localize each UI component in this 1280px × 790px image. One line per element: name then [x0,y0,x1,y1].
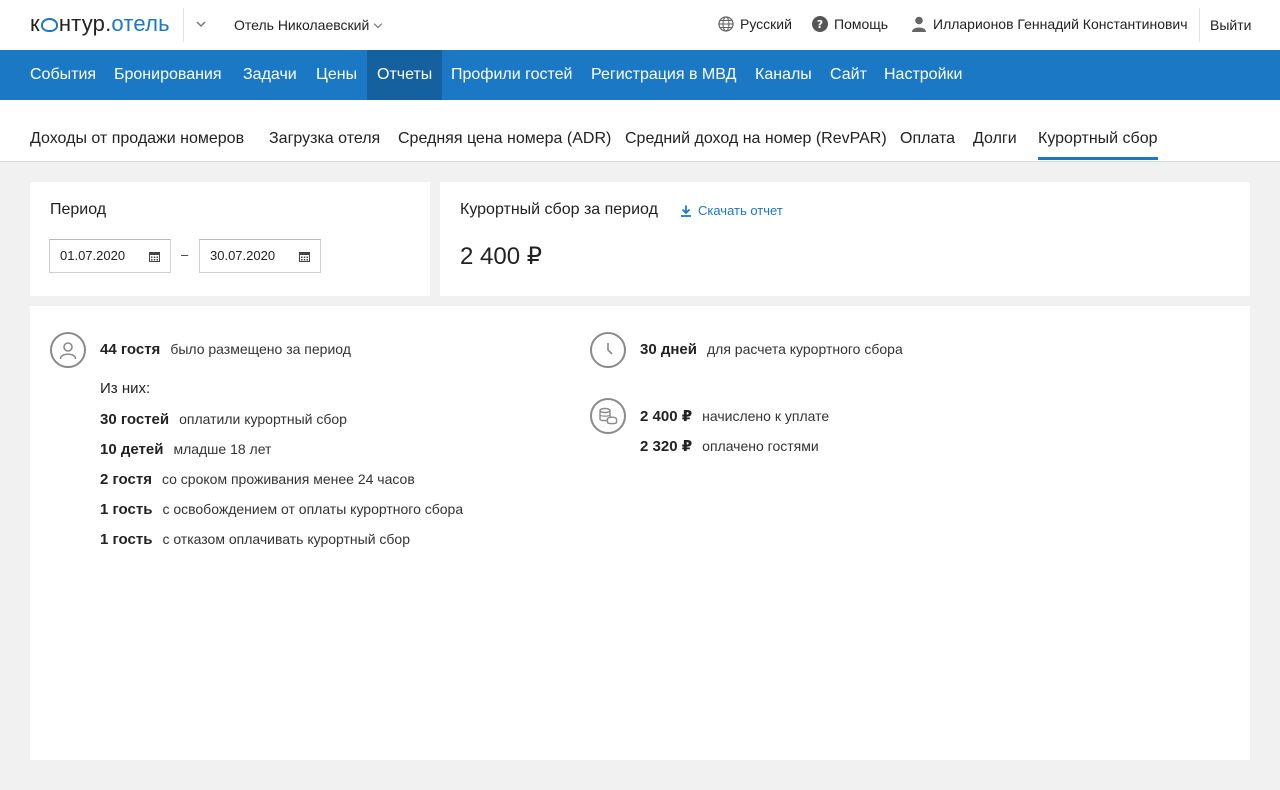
breakdown-label: младше 18 лет [173,441,272,457]
breakdown-count: 1 гость [100,501,153,518]
logo-cloud-icon [40,18,58,32]
breakdown-count: 10 детей [100,441,164,458]
logo-text-part1: к [30,11,40,36]
charged-amount-label: начислено к уплате [702,408,830,424]
user-name: Илларионов Геннадий Константинович [933,16,1188,32]
charged-amount: 2 400 ₽ начислено к уплате [640,407,829,425]
resort-fee-amount: 2 400 ₽ [460,243,542,270]
tab-resort-fee[interactable]: Курортный сбор [1038,130,1158,160]
breakdown-count: 30 гостей [100,411,170,428]
user-menu[interactable]: Илларионов Геннадий Константинович [911,16,1188,32]
list-item: 1 гость с отказом оплачивать курортный с… [100,531,410,548]
language-selector[interactable]: Русский [718,16,792,32]
days-count: 30 дней для расчета курортного сбора [640,341,903,358]
help-label: Помощь [834,16,889,32]
calendar-icon[interactable] [149,251,160,262]
help-link[interactable]: ? Помощь [812,16,888,32]
date-from-value: 01.07.2020 [60,248,126,263]
logo-text-part3: отель [111,11,170,36]
download-icon [681,205,691,217]
nav-item-guest-profiles[interactable]: Профили гостей [441,50,582,100]
paid-amount-label: оплачено гостями [702,438,819,454]
resort-fee-title: Курортный сбор за период [460,201,658,218]
tab-occupancy[interactable]: Загрузка отеля [269,130,380,157]
user-icon [912,16,926,32]
breakdown-label: с отказом оплачивать курортный сбор [162,531,411,547]
tab-payment[interactable]: Оплата [900,130,955,157]
nav-item-site[interactable]: Сайт [820,50,877,100]
nav-item-reports[interactable]: Отчеты [367,50,443,100]
chevron-down-icon[interactable] [196,19,206,29]
tab-room-revenue[interactable]: Доходы от продажи номеров [30,130,244,157]
breakdown-count: 1 гость [100,531,153,548]
nav-item-channels[interactable]: Каналы [745,50,822,100]
download-report-label: Скачать отчет [698,203,783,218]
paid-amount-value: 2 320 ₽ [640,438,693,455]
charged-amount-value: 2 400 ₽ [640,408,693,425]
date-to-value: 30.07.2020 [210,248,276,263]
nav-item-bookings[interactable]: Бронирования [104,50,232,100]
caret-down-icon [374,19,383,29]
resort-fee-card: Курортный сбор за период Скачать отчет 2… [440,182,1250,296]
list-item: 10 детей младше 18 лет [100,441,271,458]
breakdown-label: оплатили курортный сбор [179,411,347,427]
breakdown-count: 2 гостя [100,471,152,488]
stats-card: 44 гостя было размещено за период Из них… [30,306,1250,760]
list-item: 1 гость с освобождением от оплаты курорт… [100,501,463,518]
period-title: Период [50,201,107,218]
logo-text-part2: нтур. [58,11,112,36]
paid-amount: 2 320 ₽ оплачено гостями [640,437,819,455]
list-item: 2 гостя со сроком проживания менее 24 ча… [100,471,415,488]
divider [183,8,184,42]
nav-item-mvd-registration[interactable]: Регистрация в МВД [581,50,746,100]
divider [1199,8,1200,42]
of-them-label: Из них: [100,380,151,397]
clock-icon [590,332,626,368]
days-count-value: 30 дней [640,341,697,358]
nav-item-tasks[interactable]: Задачи [233,50,307,100]
svg-text:?: ? [817,18,823,31]
help-icon: ? [812,16,828,32]
globe-icon [718,16,734,32]
main-nav: События Бронирования Задачи Цены Отчеты … [0,50,1280,100]
language-label: Русский [740,16,792,32]
guest-icon [50,332,86,368]
guests-total-label: было размещено за период [170,341,351,357]
tab-adr[interactable]: Средняя цена номера (ADR) [398,130,611,157]
report-tabs: Доходы от продажи номеров Загрузка отеля… [0,100,1280,162]
breakdown-label: с освобождением от оплаты курортного сбо… [162,501,464,517]
nav-item-settings[interactable]: Настройки [874,50,972,100]
date-range-separator: – [181,247,189,262]
tab-debts[interactable]: Долги [973,130,1017,157]
days-count-label: для расчета курортного сбора [707,341,903,357]
calendar-icon[interactable] [299,251,310,262]
hotel-name: Отель Николаевский [234,17,370,33]
coins-icon [590,398,626,434]
guests-total-count: 44 гостя [100,341,161,358]
hotel-selector[interactable]: Отель Николаевский [234,17,383,33]
guests-total: 44 гостя было размещено за период [100,341,351,358]
kontur-hotel-logo[interactable]: к нтур.отель [30,11,170,37]
logout-link[interactable]: Выйти [1210,17,1251,33]
top-bar: к нтур.отель Отель Николаевский Русский ?… [0,0,1280,50]
breakdown-label: со сроком проживания менее 24 часов [161,471,415,487]
nav-item-prices[interactable]: Цены [306,50,367,100]
date-to-input[interactable]: 30.07.2020 [199,239,321,273]
download-report-link[interactable]: Скачать отчет [680,203,783,218]
nav-item-events[interactable]: События [20,50,106,100]
list-item: 30 гостей оплатили курортный сбор [100,411,347,428]
date-from-input[interactable]: 01.07.2020 [49,239,171,273]
period-card: Период 01.07.2020 – 30.07.2020 [30,182,430,296]
tab-revpar[interactable]: Средний доход на номер (RevPAR) [625,130,887,157]
